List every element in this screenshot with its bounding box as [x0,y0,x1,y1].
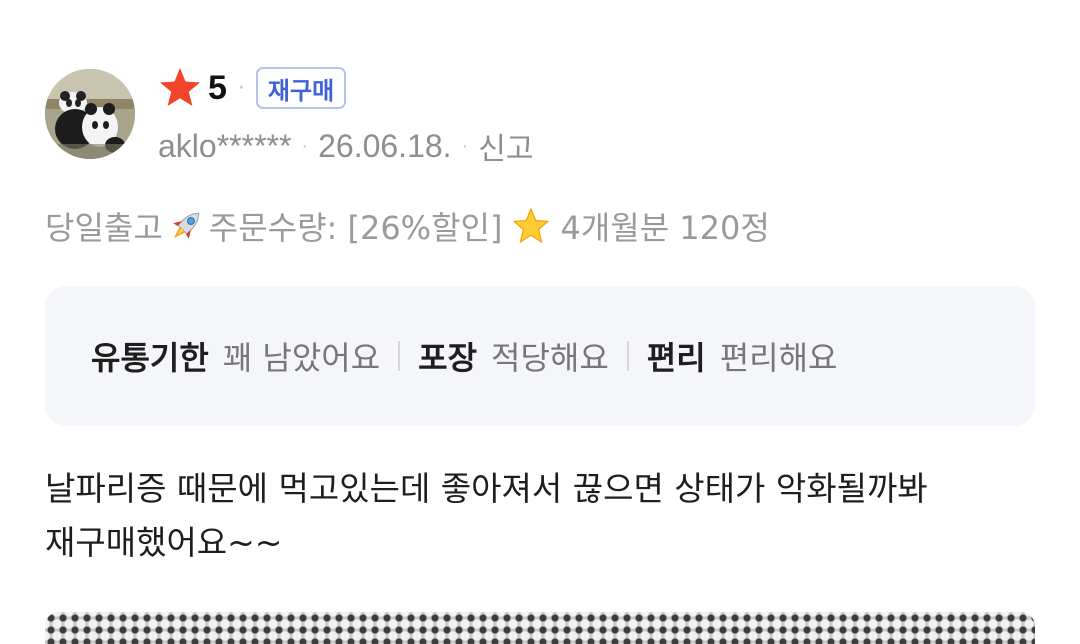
evaluation-summary: 유통기한 꽤 남았어요 포장 적당해요 편리 편리해요 [45,286,1035,426]
review-photo[interactable] [45,612,1035,644]
separator-dot: · [237,75,245,101]
eval-value-packaging: 적당해요 [491,339,609,377]
rocket-icon [173,212,199,239]
avatar[interactable] [45,69,135,159]
star-icon [160,68,200,106]
review-date: 26.06.18. [318,127,452,164]
review-text-line: 날파리증 때문에 먹고있는데 좋아져서 끊으면 상태가 악화될까봐 [45,469,928,508]
eval-key-expiry: 유통기한 [91,339,209,377]
review-item: 5 · 재구매 aklo****** · 26.06.18. · 신고 당일출고… [0,0,1080,644]
report-button[interactable]: 신고 [478,124,533,168]
option-text-1: 당일출고 [45,209,163,247]
eval-value-expiry: 꽤 남았어요 [222,339,381,377]
purchase-option: 당일출고 주문수량: [26%할인] 4개월분 120정 [45,203,770,249]
reviewer-id: aklo****** [158,127,292,164]
eval-key-packaging: 포장 [418,339,478,377]
repurchase-badge: 재구매 [255,67,347,109]
review-text-line: 재구매했어요~~ [45,523,283,562]
review-meta: aklo****** · 26.06.18. · 신고 [158,124,533,168]
option-text-3: 4개월분 120정 [560,209,770,247]
divider [626,341,629,371]
separator-dot: · [461,134,469,157]
eval-value-convenience: 편리해요 [719,339,838,377]
rating-score: 5 [208,68,227,107]
rating-row: 5 · 재구매 [158,66,347,110]
separator-dot: · [301,134,309,157]
eval-key-convenience: 편리 [646,339,706,377]
review-text: 날파리증 때문에 먹고있는데 좋아져서 끊으면 상태가 악화될까봐 재구매했어요… [45,462,1045,570]
star-emoji-icon [513,208,550,243]
divider [398,341,401,371]
option-text-2: 주문수량: [26%할인] [208,209,503,247]
